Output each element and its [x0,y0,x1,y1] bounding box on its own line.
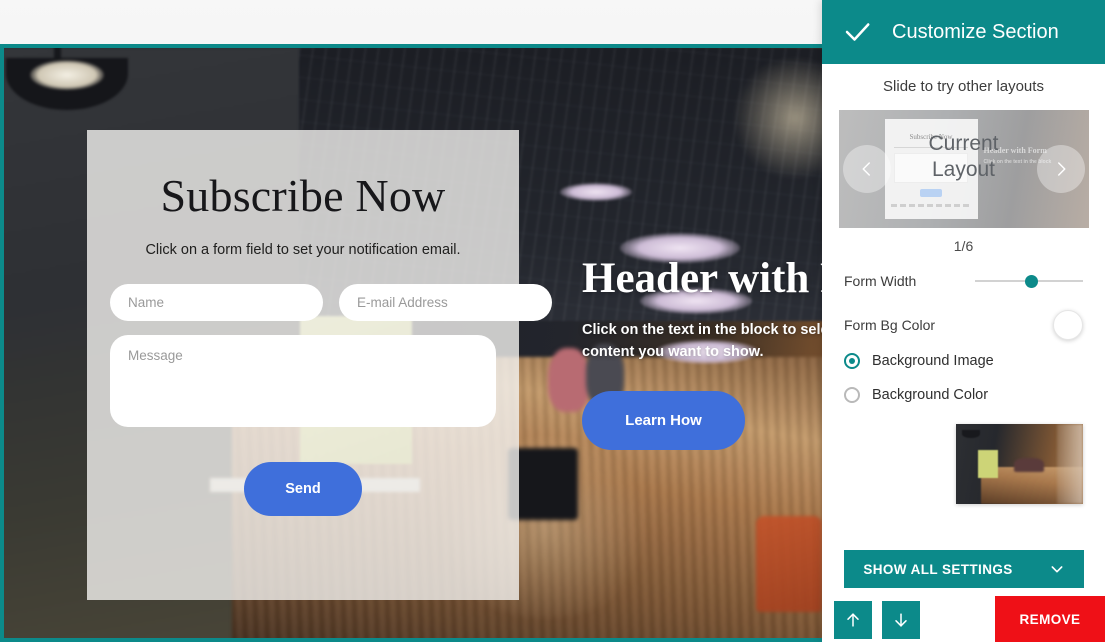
radio-background-image[interactable]: Background Image [822,346,1105,376]
mini-preview-footer [891,204,971,207]
show-all-settings-button[interactable]: SHOW ALL SETTINGS [844,550,1084,588]
radio-button-unselected-icon[interactable] [844,387,860,403]
subscribe-form-card[interactable]: Subscribe Now Click on a form field to s… [87,130,552,600]
bg-panel-light-4 [560,183,632,201]
bg-chair [756,516,822,612]
form-field-row [87,284,552,322]
thumb-right-wall [1057,424,1083,504]
app-root: Subscribe Now Click on a form field to s… [0,0,1105,642]
panel-title: Customize Section [892,20,1059,43]
move-section-down-button[interactable] [882,601,920,639]
background-image-thumbnail[interactable] [956,424,1083,504]
panel-bottom-bar: REMOVE [822,596,1105,642]
form-width-label: Form Width [844,273,917,289]
slider-knob[interactable] [1025,275,1039,288]
form-width-row: Form Width [822,264,1105,298]
email-input[interactable] [339,284,552,322]
form-subtitle: Click on a form field to set your notifi… [145,242,461,259]
panel-header: Customize Section [822,0,1105,64]
send-button-wrap: Send [87,462,519,517]
check-icon[interactable] [842,17,872,47]
chevron-right-icon [1057,162,1065,176]
chevron-down-icon [1051,566,1063,573]
carousel-prev-button[interactable] [842,145,891,193]
learn-how-button[interactable]: Learn How [582,390,745,450]
radio-background-color[interactable]: Background Color [822,380,1105,410]
carousel-next-button[interactable] [1036,145,1085,193]
hero-paragraph: Click on the text in the block to select… [582,322,830,361]
remove-section-button[interactable]: REMOVE [995,596,1105,642]
thumb-people [1014,458,1044,472]
customize-section-panel[interactable]: Customize Section Slide to try other lay… [822,0,1105,642]
form-title: Subscribe Now [160,170,446,221]
layout-carousel[interactable]: Subscribe Now Header with Form Click on … [838,110,1089,228]
mini-preview-button [920,189,942,197]
form-bg-color-label: Form Bg Color [844,317,936,333]
radio-button-selected-icon[interactable] [844,353,860,369]
message-field-wrap [87,335,519,432]
thumb-lamp [962,430,980,438]
radio-background-image-label: Background Image [872,353,994,369]
chevron-left-icon [862,162,870,176]
carousel-pager: 1/6 [953,238,974,254]
form-bg-color-row: Form Bg Color [822,308,1105,342]
thumb-poster [978,450,998,478]
hero-text-block[interactable]: Header with Form Click on the text in th… [582,255,830,450]
move-section-up-button[interactable] [834,601,872,639]
form-width-slider[interactable] [975,272,1083,290]
form-bg-color-swatch[interactable] [1053,310,1083,340]
name-input[interactable] [110,284,323,322]
slide-hint-label: Slide to try other layouts [883,78,1044,95]
arrow-up-icon [847,613,859,627]
radio-background-color-label: Background Color [872,387,989,403]
show-all-settings-label: SHOW ALL SETTINGS [863,561,1013,577]
send-button[interactable]: Send [244,462,362,517]
hero-heading: Header with Form [582,255,830,302]
message-input[interactable] [110,335,496,428]
website-canvas[interactable]: Subscribe Now Click on a form field to s… [0,0,830,642]
arrow-down-icon [895,613,907,627]
